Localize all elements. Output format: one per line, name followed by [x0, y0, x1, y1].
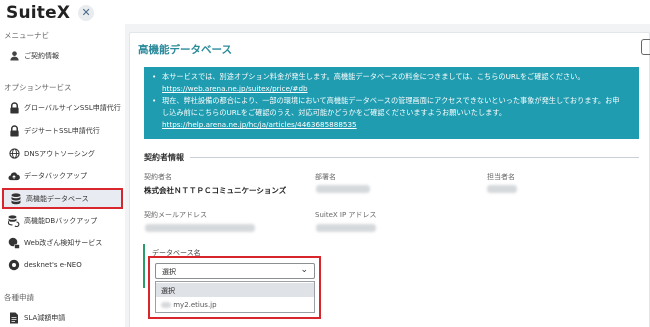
section-label-options: オプションサービス — [4, 83, 72, 92]
department-label: 部署名 — [315, 173, 336, 181]
sidebar-item-digicert-ssl[interactable]: デジサートSSL申請代行 — [2, 121, 123, 140]
database-select[interactable]: 選択 ⌄ — [155, 263, 315, 279]
sidebar-item-high-function-db[interactable]: 高機能データベース — [2, 188, 123, 209]
section-label-applications: 各種申請 — [4, 293, 34, 302]
sidebar-item-label: グローバルサインSSL申請代行 — [24, 103, 121, 112]
email-label: 契約メールアドレス — [144, 211, 207, 219]
document-icon — [8, 312, 20, 324]
sidebar-item-dns[interactable]: DNSアウトソーシング — [2, 144, 123, 163]
contract-name-value: 株式会社ＮＴＴＰＣコミュニケーションズ — [144, 186, 287, 195]
database-refresh-icon — [8, 214, 20, 227]
globe-lock-icon — [8, 237, 20, 249]
sidebar-item-label: desknet's e-NEO — [24, 260, 82, 269]
lock-icon — [8, 124, 20, 137]
sidebar-item-sla[interactable]: SLA減額申請 — [2, 308, 123, 327]
database-option[interactable]: my2.etius.jp — [156, 298, 314, 312]
database-select-highlight: 選択 ⌄ 選択 my2.etius.jp — [148, 256, 321, 319]
sidebar-item-db-backup[interactable]: 高機能DBバックアップ — [2, 211, 123, 230]
database-dropdown: 選択 my2.etius.jp — [155, 281, 315, 313]
person-value-redacted — [487, 185, 517, 193]
sidebar-item-label: SLA減額申請 — [24, 313, 66, 322]
notice-banner: • 本サービスでは、別途オプション料金が発生します。高機能データベースの料金につき… — [144, 67, 639, 139]
sidebar-item-globalsign-ssl[interactable]: グローバルサインSSL申請代行 — [2, 98, 123, 117]
sidebar-item-label: Web改ざん検知サービス — [24, 238, 103, 247]
chevron-down-icon: ⌄ — [300, 265, 308, 275]
notice-link-help[interactable]: https://help.arena.ne.jp/hc/ja/articles/… — [162, 119, 357, 131]
close-icon[interactable]: ✕ — [78, 5, 95, 21]
sidebar-item-label: デジサートSSL申請代行 — [24, 126, 100, 135]
option-prefix-redacted — [161, 302, 171, 308]
email-value-redacted — [145, 224, 255, 232]
sidebar-item-label: 高機能データベース — [26, 194, 89, 203]
sidebar: SuiteX ✕ メニューナビ ご契約情報 オプションサービス グローバルサイン… — [0, 0, 125, 327]
ip-value-redacted — [316, 224, 376, 232]
database-option-label: my2.etius.jp — [173, 301, 217, 309]
brand: SuiteX ✕ — [6, 2, 95, 24]
ip-label: SuiteX IP アドレス — [315, 211, 377, 219]
notice-text-3: し込み前にこちらのURLをご確認のうえ、対応可能かどうかをご確認くださいますよう… — [162, 108, 507, 117]
contract-name-label: 契約者名 — [144, 173, 172, 181]
sidebar-item-label: データバックアップ — [24, 171, 87, 180]
sidebar-item-desknets[interactable]: desknet's e-NEO — [2, 255, 123, 274]
db-accent-bar — [143, 244, 145, 288]
database-select-value: 選択 — [162, 268, 176, 276]
sidebar-item-web-tamper[interactable]: Web改ざん検知サービス — [2, 233, 123, 252]
cloud-upload-icon — [8, 170, 20, 182]
section-label-menu: メニューナビ — [4, 31, 49, 40]
person-label: 担当者名 — [487, 173, 515, 181]
sidebar-item-label: ご契約情報 — [24, 51, 59, 60]
notice-text-2: 現在、弊社設備の都合により、一部の環境において高機能データベースの管理画面にアク… — [162, 96, 620, 105]
database-option[interactable]: 選択 — [156, 283, 314, 297]
sidebar-item-contract-info[interactable]: ご契約情報 — [2, 46, 123, 65]
database-icon — [10, 192, 22, 205]
department-value-redacted — [316, 185, 370, 193]
notice-link-price[interactable]: https://web.arena.ne.jp/suitex/price/#db — [162, 83, 308, 95]
sidebar-item-data-backup[interactable]: データバックアップ — [2, 166, 123, 185]
globe-icon — [8, 148, 20, 160]
header-action-button[interactable] — [641, 39, 650, 55]
app-title: SuiteX — [6, 3, 71, 23]
sidebar-item-label: DNSアウトソーシング — [24, 149, 95, 158]
user-icon — [8, 50, 20, 62]
sidebar-item-label: 高機能DBバックアップ — [24, 216, 98, 225]
page-title: 高機能データベース — [138, 44, 232, 56]
gear-icon — [8, 259, 20, 271]
contract-heading-text: 契約者情報 — [144, 153, 184, 162]
contract-section-heading: 契約者情報 — [144, 152, 639, 163]
notice-text-1: 本サービスでは、別途オプション料金が発生します。高機能データベースの料金につきま… — [162, 72, 585, 81]
lock-icon — [8, 101, 20, 114]
